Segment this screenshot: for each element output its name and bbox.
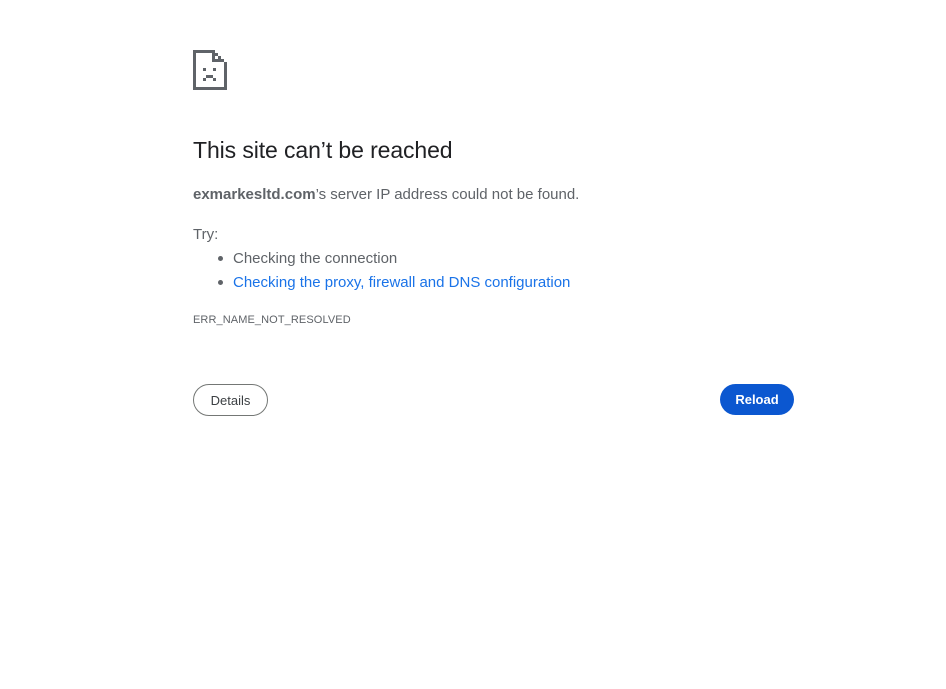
sad-document-icon: [193, 49, 229, 91]
try-label: Try:: [193, 226, 219, 243]
check-proxy-link[interactable]: Checking the proxy, firewall and DNS con…: [233, 274, 570, 291]
reload-button[interactable]: Reload: [720, 384, 794, 415]
error-page: This site can’t be reached exmarkesltd.c…: [0, 0, 946, 689]
suggestion-check-proxy: Checking the proxy, firewall and DNS con…: [217, 273, 570, 297]
error-code: ERR_NAME_NOT_RESOLVED: [193, 314, 351, 326]
suggestion-check-connection: Checking the connection: [217, 249, 570, 273]
page-title: This site can’t be reached: [193, 137, 453, 163]
details-button[interactable]: Details: [193, 384, 268, 416]
host-name: exmarkesltd.com: [193, 186, 316, 203]
error-summary-text: ’s server IP address could not be found.: [315, 186, 580, 203]
error-summary: exmarkesltd.com’s server IP address coul…: [193, 186, 579, 203]
suggestion-list: Checking the connection Checking the pro…: [193, 249, 570, 297]
